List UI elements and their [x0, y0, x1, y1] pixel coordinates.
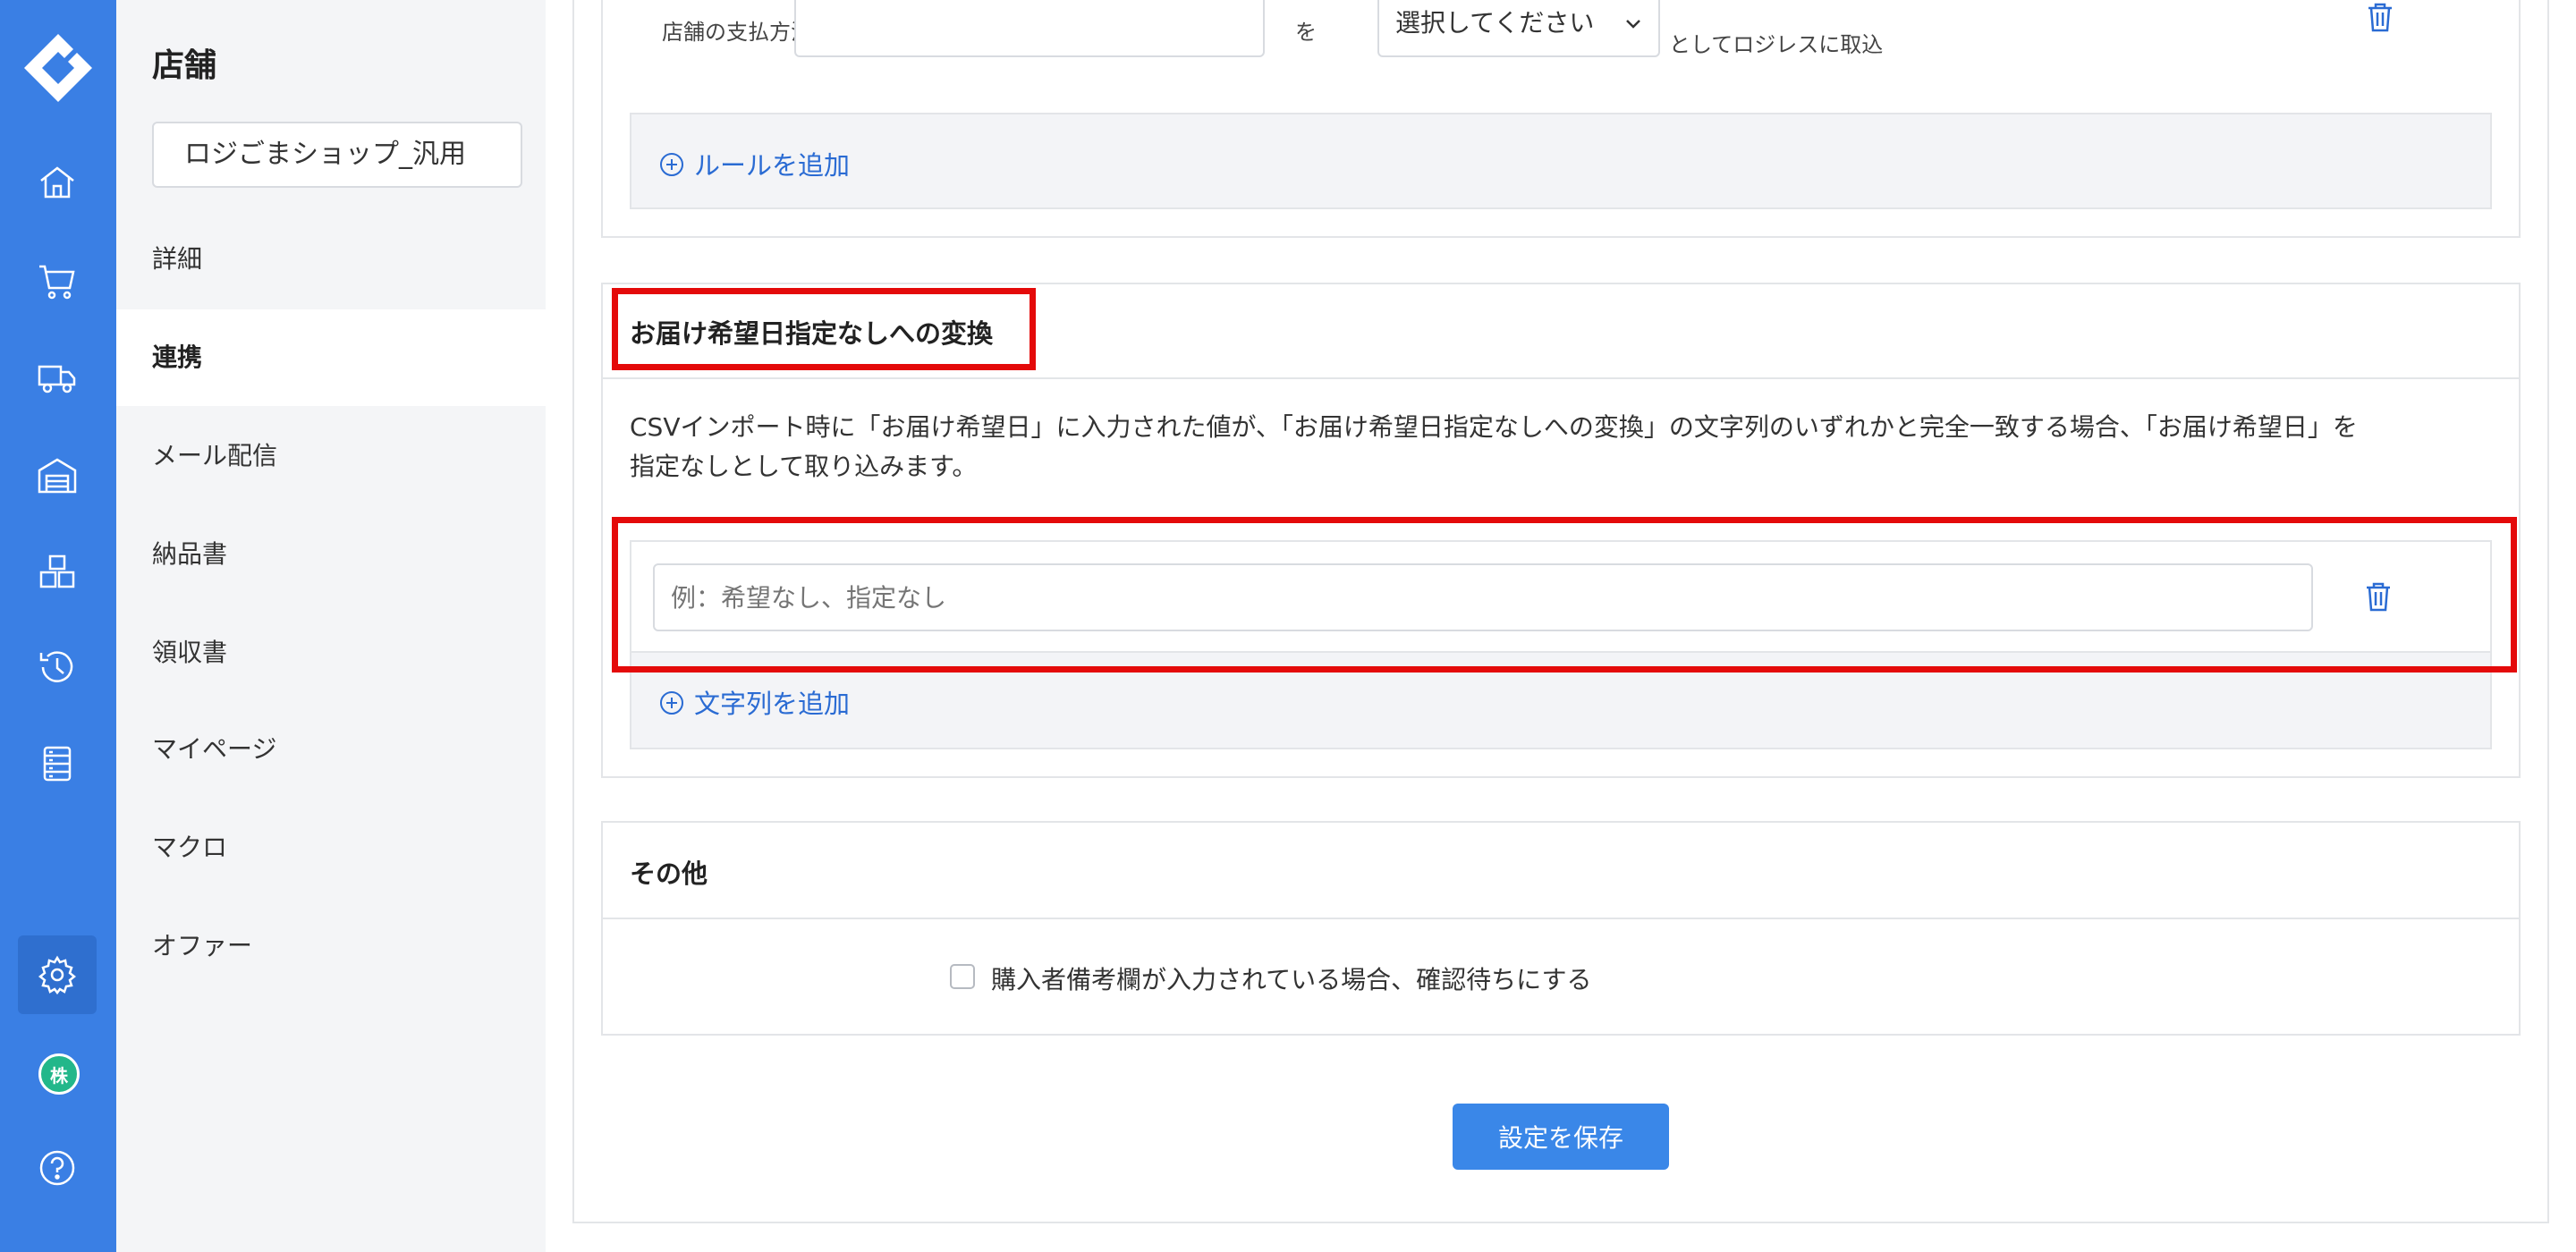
review-note-checkbox[interactable] [950, 964, 975, 989]
payment-method-input[interactable] [794, 0, 1265, 57]
divider [603, 918, 2519, 919]
chevron-down-icon [1626, 20, 1640, 29]
no-date-description-line2: 指定なしとして取り込みます。 [630, 452, 978, 481]
cart-icon[interactable] [18, 241, 97, 320]
sidebar-item-receipt[interactable]: 領収書 [116, 605, 546, 701]
sidebar-title: 店舗 [152, 47, 217, 84]
sidebar-item-details[interactable]: 詳細 [116, 211, 546, 308]
truck-icon[interactable] [18, 338, 97, 417]
payment-type-select-value: 選択してください [1395, 8, 1595, 38]
sidebar-item-macro[interactable]: マクロ [116, 799, 546, 896]
sidebar-item-delivery-slip[interactable]: 納品書 [116, 506, 546, 603]
payment-type-select[interactable]: 選択してください [1377, 0, 1660, 57]
sidebar-item-integration[interactable]: 連携 [116, 309, 546, 406]
boxes-icon[interactable] [18, 533, 97, 612]
wo-label: を [1295, 20, 1317, 45]
help-icon[interactable] [18, 1129, 97, 1207]
save-settings-button[interactable]: 設定を保存 [1453, 1104, 1669, 1170]
add-string-label: 文字列を追加 [694, 689, 851, 719]
no-date-description-line1: CSVインポート時に「お届け希望日」に入力された値が、「お届け希望日指定なしへの… [630, 412, 2358, 442]
sidebar-item-mail[interactable]: メール配信 [116, 408, 546, 504]
other-card [601, 821, 2521, 1036]
warehouse-icon[interactable] [18, 436, 97, 515]
sidebar-item-mypage[interactable]: マイページ [116, 701, 546, 798]
gear-icon[interactable] [18, 935, 97, 1014]
divider [603, 377, 2519, 379]
company-badge[interactable]: 株 [38, 1053, 80, 1095]
add-rule-label: ルールを追加 [694, 150, 851, 181]
add-string-link[interactable]: 文字列を追加 [660, 683, 850, 721]
review-note-checkbox-label[interactable]: 購入者備考欄が入力されている場合、確認待ちにする [991, 960, 1591, 996]
import-suffix-label: としてロジレスに取込 [1669, 32, 1884, 57]
payment-method-label: 店舗の支払方法 [662, 20, 812, 45]
sidebar-item-offer[interactable]: オファー [116, 898, 546, 994]
plus-circle-icon [660, 691, 683, 715]
other-section-title: その他 [630, 859, 708, 889]
list-icon[interactable] [18, 724, 97, 803]
shop-select[interactable]: ロジごまショップ_汎用 [152, 122, 522, 188]
main-content: 店舗の支払方法 を 選択してください としてロジレスに取込 ルールを追加 お届け… [546, 0, 2576, 1252]
icon-rail: 株 [0, 0, 116, 1252]
add-rule-band: ルールを追加 [630, 113, 2492, 209]
logo-icon[interactable] [22, 32, 94, 104]
plus-circle-icon [660, 153, 683, 176]
highlight-box-title [612, 288, 1036, 370]
history-icon[interactable] [18, 628, 97, 706]
settings-sidebar: 店舗 ロジごまショップ_汎用 詳細 連携 メール配信 納品書 領収書 マイページ… [116, 0, 546, 1252]
add-rule-link[interactable]: ルールを追加 [660, 145, 850, 182]
home-icon[interactable] [18, 143, 97, 222]
highlight-box-input [612, 517, 2517, 673]
trash-icon[interactable] [2367, 2, 2394, 32]
